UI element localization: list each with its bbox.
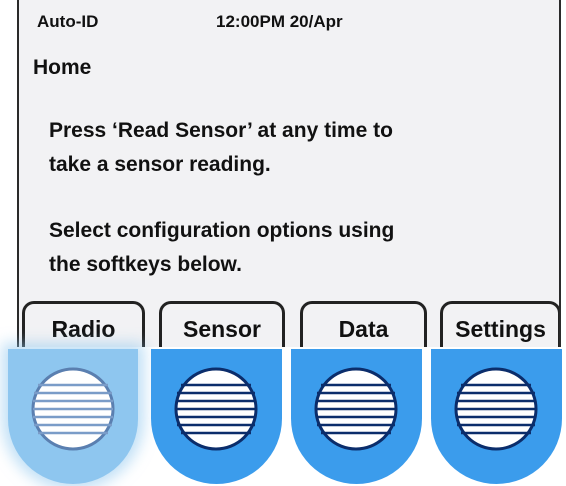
grille-icon	[31, 367, 115, 451]
page-title: Home	[33, 56, 92, 79]
instruction-read-sensor: Press ‘Read Sensor’ at any time to take …	[49, 119, 393, 176]
softkey-sensor[interactable]: Sensor	[159, 301, 285, 347]
status-datetime: 12:00PM 20/Apr	[216, 12, 343, 31]
hardware-button-settings[interactable]	[431, 349, 562, 484]
softkey-settings[interactable]: Settings	[440, 301, 559, 347]
instruction-softkeys: Select configuration options using the s…	[49, 219, 395, 276]
softkey-data[interactable]: Data	[300, 301, 427, 347]
status-mode-label: Auto-ID	[37, 12, 99, 31]
hardware-button-radio[interactable]	[8, 349, 138, 484]
hardware-button-data[interactable]	[291, 349, 422, 484]
grille-icon	[174, 367, 258, 451]
grille-icon	[454, 367, 538, 451]
hardware-button-sensor[interactable]	[151, 349, 282, 484]
grille-icon	[314, 367, 398, 451]
device-screen: Auto-ID 12:00PM 20/Apr Home Press ‘Read …	[17, 0, 561, 347]
softkey-radio[interactable]: Radio	[22, 301, 145, 347]
